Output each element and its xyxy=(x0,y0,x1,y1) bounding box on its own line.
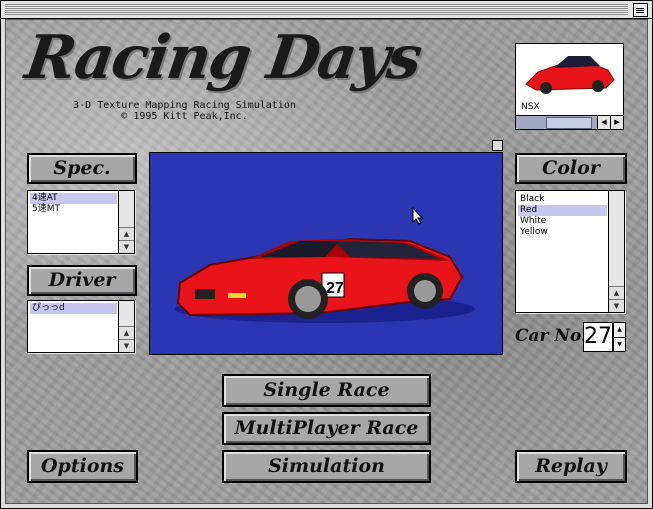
color-list[interactable]: Black Red White Yellow ▲ ▼ xyxy=(515,190,625,313)
app-logo: Racing Days xyxy=(21,23,425,93)
spec-item-2[interactable]: 5速MT xyxy=(30,204,117,215)
car-number-field[interactable]: 27 xyxy=(583,322,613,352)
title-bar[interactable] xyxy=(1,1,652,19)
spec-list[interactable]: 4速AT 5速MT ▲ ▼ xyxy=(27,190,135,254)
car-number-stepper[interactable]: ▲ ▼ xyxy=(613,322,626,352)
driver-item-1[interactable]: ぴっっd xyxy=(30,303,117,314)
spec-item-1[interactable]: 4速AT xyxy=(30,193,117,204)
car-name: NSX xyxy=(521,102,540,112)
color-list-scrollbar[interactable]: ▲ ▼ xyxy=(608,191,624,312)
options-button[interactable]: Options xyxy=(27,450,138,483)
preview-resize-icon[interactable] xyxy=(492,140,503,151)
scroll-up-arrow-icon[interactable]: ▲ xyxy=(119,227,134,240)
color-item-yellow[interactable]: Yellow xyxy=(518,227,607,238)
car-decal-number: 27 xyxy=(326,280,344,297)
subtitle-line-2: © 1995 Kitt Peak,Inc. xyxy=(121,111,248,122)
driver-list[interactable]: ぴっっd ▲ ▼ xyxy=(27,300,135,353)
stepper-down-icon[interactable]: ▼ xyxy=(614,337,625,351)
driver-button[interactable]: Driver xyxy=(27,265,137,296)
car-thumbnail[interactable]: NSX ◀ ▶ xyxy=(515,43,624,130)
car-select-scrollbar[interactable]: ◀ ▶ xyxy=(516,115,623,129)
color-item-red[interactable]: Red xyxy=(518,205,607,216)
scroll-down-arrow-icon[interactable]: ▼ xyxy=(609,299,624,312)
subtitle-line-1: 3-D Texture Mapping Racing Simulation xyxy=(73,100,296,111)
color-item-black[interactable]: Black xyxy=(518,194,607,205)
title-bar-stripes xyxy=(5,4,628,15)
car-select-scroll-thumb[interactable] xyxy=(546,117,592,129)
scroll-up-arrow-icon[interactable]: ▲ xyxy=(119,326,134,339)
scroll-left-arrow-icon[interactable]: ◀ xyxy=(597,116,610,129)
window-collapse-box[interactable] xyxy=(633,3,648,17)
subtitle: 3-D Texture Mapping Racing Simulation © … xyxy=(62,100,307,122)
spec-button[interactable]: Spec. xyxy=(27,153,137,184)
scroll-down-arrow-icon[interactable]: ▼ xyxy=(119,240,134,253)
car-number-label: Car No. xyxy=(515,326,587,346)
car-thumbnail-image xyxy=(525,56,615,94)
scroll-right-arrow-icon[interactable]: ▶ xyxy=(610,116,623,129)
spec-list-scrollbar[interactable]: ▲ ▼ xyxy=(118,191,134,253)
replay-button[interactable]: Replay xyxy=(515,450,627,483)
scroll-up-arrow-icon[interactable]: ▲ xyxy=(609,286,624,299)
car-preview-image: 27 xyxy=(175,237,475,323)
simulation-button[interactable]: Simulation xyxy=(222,450,431,483)
single-race-button[interactable]: Single Race xyxy=(222,374,431,407)
driver-list-scrollbar[interactable]: ▲ ▼ xyxy=(118,301,134,352)
color-button[interactable]: Color xyxy=(515,153,627,184)
multiplayer-race-button[interactable]: MultiPlayer Race xyxy=(222,412,431,445)
car-preview: 27 xyxy=(149,152,503,355)
color-item-white[interactable]: White xyxy=(518,216,607,227)
scroll-down-arrow-icon[interactable]: ▼ xyxy=(119,339,134,352)
stepper-up-icon[interactable]: ▲ xyxy=(614,323,625,337)
mouse-pointer-icon xyxy=(412,207,424,225)
